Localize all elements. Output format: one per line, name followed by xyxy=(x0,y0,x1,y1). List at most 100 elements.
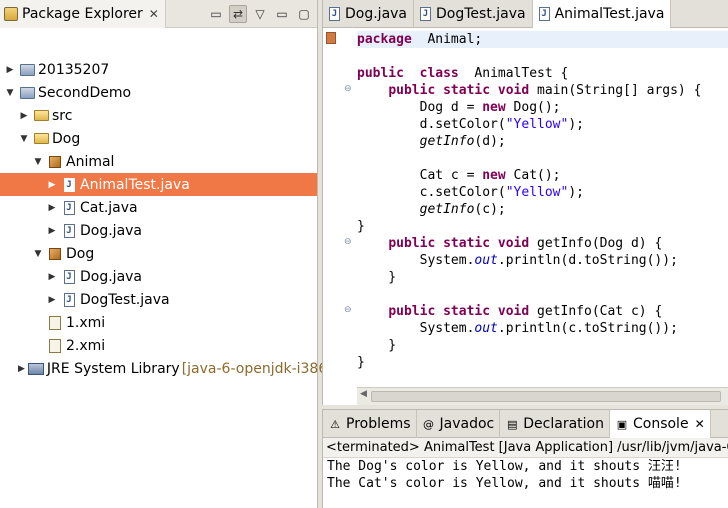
bottom-view-tabs: ⚠ Problems @ Javadoc ▤ Declaration ▣ Console ✕ xyxy=(323,410,728,438)
code-line[interactable]: } xyxy=(357,218,365,235)
editor-tab[interactable]: J AnimalTest.java xyxy=(532,0,672,28)
scroll-left-icon[interactable]: ◀ xyxy=(360,389,367,399)
package-icon-shape xyxy=(49,247,61,260)
close-icon[interactable]: ✕ xyxy=(695,417,705,431)
folding-ruler: ⊖ ⊖ ⊖ xyxy=(337,28,357,387)
editor-area: J Dog.java J DogTest.java J AnimalTest.java ⊖… xyxy=(322,0,728,405)
link-with-editor-icon[interactable]: ⇄ xyxy=(229,4,247,23)
view-tab-label: Problems xyxy=(346,416,411,432)
folder-icon-shape xyxy=(33,133,49,144)
collapse-arrow-icon[interactable]: ▶ xyxy=(46,202,58,214)
code-line[interactable]: } xyxy=(357,269,396,286)
tree-item[interactable]: ▶ J Dog.java xyxy=(0,265,317,288)
code-line[interactable]: c.setColor("Yellow"); xyxy=(357,184,584,201)
view-menu-icon[interactable]: ▽ xyxy=(251,5,269,23)
package-explorer-title: Package Explorer xyxy=(22,5,143,22)
tree-item[interactable]: 1.xmi xyxy=(0,311,317,334)
eclipse-window: Package Explorer ✕ ▭ ⇄ ▽ ▭ ▢ ▶ 20135207 ▼ S… xyxy=(0,0,728,508)
annotation-ruler xyxy=(323,28,337,387)
folder-icon-shape xyxy=(33,110,49,121)
expand-arrow-icon[interactable]: ▼ xyxy=(32,156,44,168)
tree-item-label: 20135207 xyxy=(38,61,110,78)
editor-tab[interactable]: J DogTest.java xyxy=(414,0,533,28)
tree-item-label: AnimalTest.java xyxy=(80,176,190,193)
tree-item[interactable]: ▶ J DogTest.java xyxy=(0,288,317,311)
collapse-arrow-icon[interactable]: ▶ xyxy=(46,225,58,237)
tree-item-label: DogTest.java xyxy=(80,291,170,308)
collapse-arrow-icon[interactable]: ▶ xyxy=(46,271,58,283)
collapse-arrow-icon[interactable]: ▶ xyxy=(18,110,30,122)
fold-collapse-icon[interactable]: ⊖ xyxy=(344,237,352,247)
code-line[interactable]: System.out.println(d.toString()); xyxy=(357,252,678,269)
java-file-icon: J xyxy=(61,223,77,239)
collapse-all-icon[interactable]: ▭ xyxy=(207,5,225,23)
view-tab-declaration[interactable]: ▤ Declaration xyxy=(500,410,610,438)
minimize-icon[interactable]: ▭ xyxy=(273,5,291,23)
tree-item-label: Dog.java xyxy=(80,222,143,239)
scrollbar-thumb[interactable] xyxy=(371,391,721,402)
tree-item[interactable]: ▼ Dog xyxy=(0,242,317,265)
collapse-arrow-icon[interactable] xyxy=(32,340,44,352)
editor-body[interactable]: ⊖ ⊖ ⊖ package Animal; public class AnimalTe… xyxy=(323,28,728,387)
tree-item[interactable]: ▼ Animal xyxy=(0,150,317,173)
code-line[interactable]: public static void getInfo(Dog d) { xyxy=(357,235,662,252)
java-file-icon-shape: J xyxy=(63,292,75,307)
expand-arrow-icon[interactable]: ▼ xyxy=(18,133,30,145)
tree-item[interactable]: ▶ JRE System Library [java-6-openjdk-i386] xyxy=(0,357,333,380)
console-output[interactable]: The Dog's color is Yellow, and it shouts… xyxy=(323,458,728,492)
view-tab-javadoc[interactable]: @ Javadoc xyxy=(417,410,501,438)
code-line[interactable]: } xyxy=(357,337,396,354)
xmi-file-icon-shape xyxy=(49,338,61,353)
editor-tab-label: Dog.java xyxy=(345,6,408,22)
java-file-icon: J xyxy=(61,177,77,193)
view-tab-problems[interactable]: ⚠ Problems xyxy=(323,410,417,438)
bookmark-icon[interactable] xyxy=(326,32,336,44)
tree-item[interactable]: ▶ J AnimalTest.java xyxy=(0,173,317,196)
expand-arrow-icon[interactable]: ▼ xyxy=(32,248,44,260)
close-icon[interactable]: ✕ xyxy=(149,7,159,21)
java-file-icon: J xyxy=(538,7,550,21)
code-line[interactable]: package Animal; xyxy=(357,31,728,48)
view-tab-console[interactable]: ▣ Console ✕ xyxy=(609,410,711,438)
code-line[interactable]: Dog d = new Dog(); xyxy=(357,99,561,116)
package-icon xyxy=(47,246,63,262)
package-explorer-tab[interactable]: Package Explorer ✕ xyxy=(0,0,166,28)
collapse-arrow-icon[interactable] xyxy=(32,317,44,329)
expand-arrow-icon[interactable]: ▼ xyxy=(4,87,16,99)
fold-collapse-icon[interactable]: ⊖ xyxy=(344,84,352,94)
horizontal-scrollbar[interactable]: ◀ xyxy=(357,387,728,405)
fold-collapse-icon[interactable]: ⊖ xyxy=(344,305,352,315)
collapse-arrow-icon[interactable]: ▶ xyxy=(46,179,58,191)
tree-item[interactable]: ▶ 20135207 xyxy=(0,58,317,81)
collapse-arrow-icon[interactable]: ▶ xyxy=(18,363,25,375)
code-line[interactable]: public class AnimalTest { xyxy=(357,65,568,82)
editor-tab-label: AnimalTest.java xyxy=(554,6,665,22)
tree-item[interactable]: ▶ J Cat.java xyxy=(0,196,317,219)
code-line[interactable]: d.setColor("Yellow"); xyxy=(357,116,584,133)
tree-item[interactable]: ▼ SecondDemo xyxy=(0,81,317,104)
java-file-icon-shape: J xyxy=(63,223,75,238)
collapse-arrow-icon[interactable]: ▶ xyxy=(4,64,16,76)
collapse-arrow-icon[interactable]: ▶ xyxy=(46,294,58,306)
code-line[interactable]: Cat c = new Cat(); xyxy=(357,167,561,184)
java-file-icon: J xyxy=(329,7,340,21)
view-tab-label: Javadoc xyxy=(439,416,495,432)
problems-icon: ⚠ xyxy=(330,417,340,431)
editor-tab-label: DogTest.java xyxy=(436,6,526,22)
code-line[interactable]: getInfo(c); xyxy=(357,201,506,218)
code-line[interactable]: } xyxy=(357,354,365,371)
maximize-icon[interactable]: ▢ xyxy=(295,5,313,23)
code-line[interactable]: System.out.println(c.toString()); xyxy=(357,320,678,337)
tree-item-label: JRE System Library xyxy=(46,360,180,377)
editor-tab[interactable]: J Dog.java xyxy=(323,0,415,28)
tree-item[interactable]: ▶ src xyxy=(0,104,317,127)
declaration-icon: ▤ xyxy=(507,417,518,431)
tree-item-decoration: [java-6-openjdk-i386] xyxy=(181,360,333,377)
package-icon-shape xyxy=(49,155,61,168)
code-line[interactable]: public static void getInfo(Cat c) { xyxy=(357,303,662,320)
tree-item[interactable]: 2.xmi xyxy=(0,334,317,357)
code-line[interactable]: getInfo(d); xyxy=(357,133,506,150)
tree-item[interactable]: ▼ Dog xyxy=(0,127,317,150)
tree-item[interactable]: ▶ J Dog.java xyxy=(0,219,317,242)
code-line[interactable]: public static void main(String[] args) { xyxy=(357,82,701,99)
